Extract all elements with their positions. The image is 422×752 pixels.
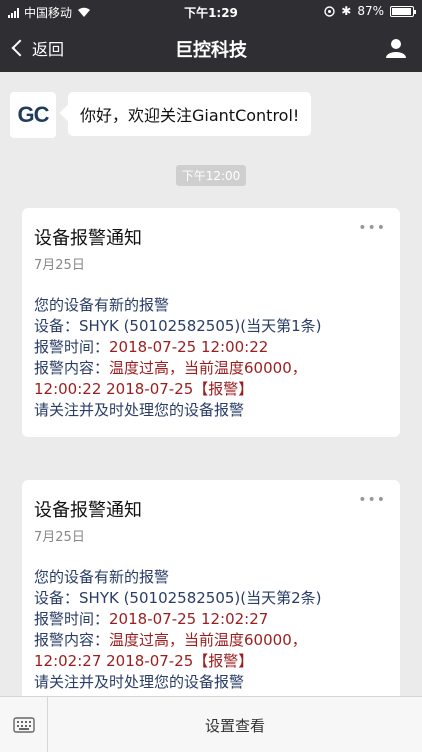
keyboard-toggle-button[interactable] (0, 697, 48, 752)
settings-view-menu[interactable]: 设置查看 (48, 697, 422, 752)
content-value: 温度过高，当前温度60000， (109, 359, 307, 377)
nav-bar: 返回 巨控科技 (0, 24, 422, 72)
more-icon[interactable]: ••• (358, 492, 386, 508)
content-line2: 12:02:27 2018-07-25【报警】 (34, 652, 254, 670)
card-footer: 请关注并及时处理您的设备报警 (34, 673, 245, 691)
avatar[interactable]: GC (10, 92, 56, 138)
content-line2: 12:00:22 2018-07-25【报警】 (34, 380, 254, 398)
content-value: 温度过高，当前温度60000， (109, 631, 307, 649)
card-footer: 请关注并及时处理您的设备报警 (34, 401, 245, 419)
lock-rotation-icon (324, 5, 335, 17)
welcome-message: GC 你好，欢迎关注GiantControl! (10, 92, 312, 138)
device-label: 设备： (34, 317, 80, 335)
bluetooth-icon: ✱ (341, 4, 352, 18)
card-date: 7月25日 (34, 258, 85, 273)
time-label: 报警时间： (34, 610, 110, 628)
battery-percent: 87% (357, 4, 384, 18)
device-line: 设备：SHYK (50102582505)(当天第2条) (34, 588, 388, 609)
card-title: 设备报警通知 (34, 228, 142, 249)
device-value: SHYK (50102582505)(当天第1条) (79, 317, 322, 335)
timestamp-label: 下午12:00 (175, 165, 247, 186)
keyboard-icon (12, 717, 35, 733)
person-icon[interactable] (386, 38, 406, 58)
time-line: 报警时间：2018-07-25 12:00:22 (34, 337, 388, 358)
timestamp: 下午12:00 (0, 165, 422, 186)
card-line1: 您的设备有新的报警 (34, 568, 170, 586)
card-body: 您的设备有新的报警 设备：SHYK (50102582505)(当天第1条) 报… (34, 295, 388, 421)
chat-content[interactable]: GC 你好，欢迎关注GiantControl! 下午12:00 设备报警通知 •… (0, 72, 422, 696)
time-value: 2018-07-25 12:00:22 (109, 338, 269, 356)
device-label: 设备： (34, 589, 80, 607)
content-line: 报警内容：温度过高，当前温度60000， (34, 358, 388, 379)
message-bubble[interactable]: 你好，欢迎关注GiantControl! (68, 92, 312, 136)
alarm-card[interactable]: 设备报警通知 ••• 7月25日 您的设备有新的报警 设备：SHYK (5010… (22, 480, 400, 696)
device-value: SHYK (50102582505)(当天第2条) (79, 589, 322, 607)
device-line: 设备：SHYK (50102582505)(当天第1条) (34, 316, 388, 337)
page-title: 巨控科技 (175, 40, 247, 61)
bottom-bar: 设置查看 (0, 696, 422, 752)
alarm-card[interactable]: 设备报警通知 ••• 7月25日 您的设备有新的报警 设备：SHYK (5010… (22, 208, 400, 437)
time-line: 报警时间：2018-07-25 12:02:27 (34, 609, 388, 630)
card-title: 设备报警通知 (34, 500, 142, 521)
battery-icon (390, 5, 416, 17)
status-bar: 中国移动 下午1:29 ✱ 87% (0, 0, 422, 24)
time-value: 2018-07-25 12:02:27 (109, 610, 269, 628)
card-date: 7月25日 (34, 530, 85, 545)
content-line: 报警内容：温度过高，当前温度60000， (34, 630, 388, 651)
content-label: 报警内容： (34, 359, 110, 377)
content-label: 报警内容： (34, 631, 110, 649)
card-body: 您的设备有新的报警 设备：SHYK (50102582505)(当天第2条) 报… (34, 567, 388, 693)
more-icon[interactable]: ••• (358, 220, 386, 236)
status-right: ✱ 87% (324, 4, 416, 18)
time-label: 报警时间： (34, 338, 110, 356)
card-line1: 您的设备有新的报警 (34, 296, 170, 314)
